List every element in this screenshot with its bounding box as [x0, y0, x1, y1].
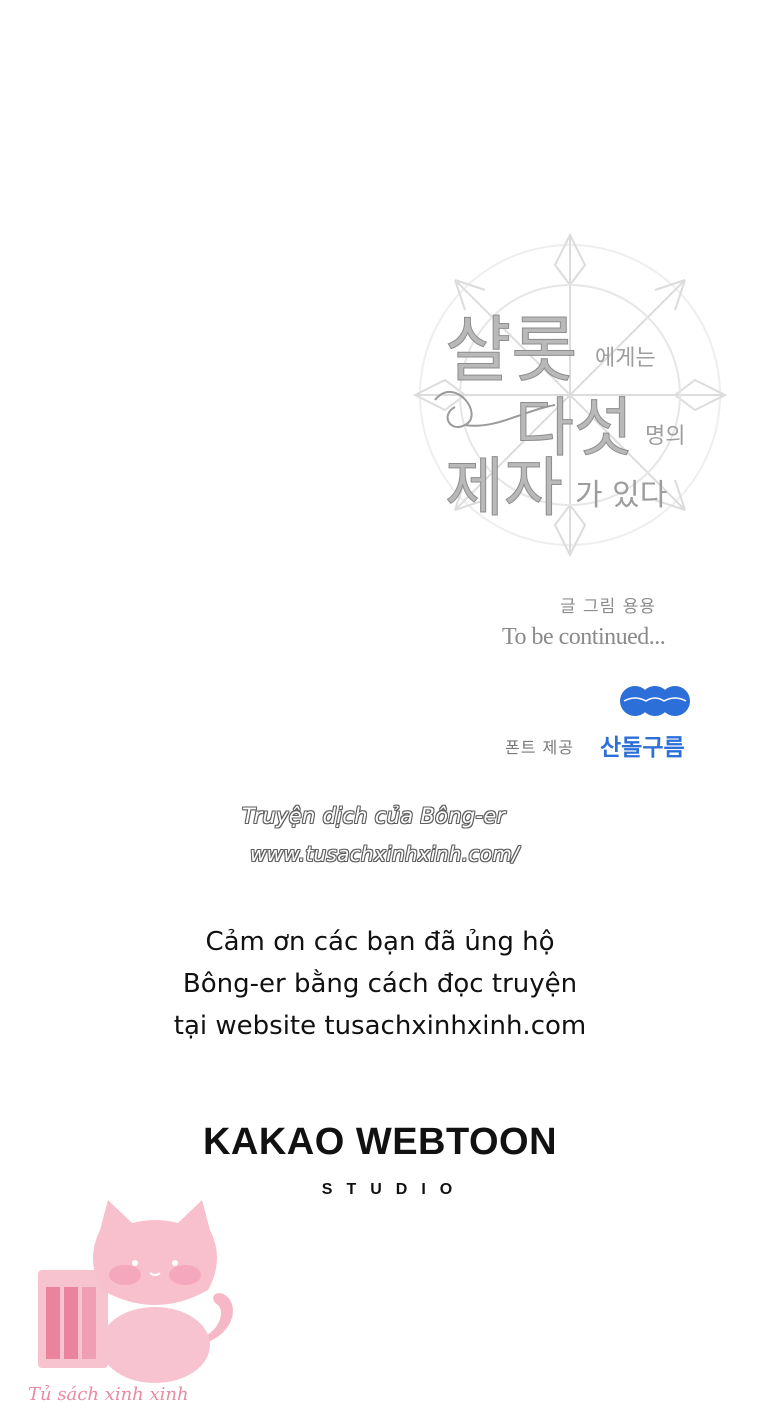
translator-credit: Truyện dịch của Bông-er — [242, 804, 506, 828]
translator-website-link[interactable]: www.tusachxinhxinh.com/ — [250, 842, 519, 866]
title-line-3-small: 가 있다 — [575, 478, 667, 513]
font-provider-name: 산돌구름 — [600, 735, 685, 761]
thanks-line-2: Bông-er bằng cách đọc truyện — [182, 969, 578, 999]
title-line-1-small: 에게는 — [595, 346, 656, 371]
title-logo: 샬롯 에게는 다섯 명의 제자 가 있다 — [412, 232, 728, 558]
author-credit: 글 그림 용용 — [560, 597, 657, 617]
to-be-continued: To be continued... — [502, 624, 666, 650]
title-line-2-small: 명의 — [645, 424, 685, 449]
thanks-line-1: Cảm ơn các bạn đã ủng hộ — [205, 927, 555, 957]
title-line-1: 샬롯 — [445, 308, 577, 392]
title-line-3: 제자 — [445, 452, 563, 526]
books-icon — [38, 1270, 108, 1368]
studio-logo-name: KAKAO WEBTOON — [202, 1121, 558, 1163]
font-provider-label: 폰트 제공 — [505, 738, 574, 757]
thanks-line-3: tại website tusachxinhxinh.com — [173, 1011, 587, 1041]
cloud-logo-icon — [620, 686, 690, 716]
pink-cat-mascot-icon — [38, 1200, 233, 1383]
watermark-text: Tủ sách xinh xinh — [28, 1384, 189, 1405]
